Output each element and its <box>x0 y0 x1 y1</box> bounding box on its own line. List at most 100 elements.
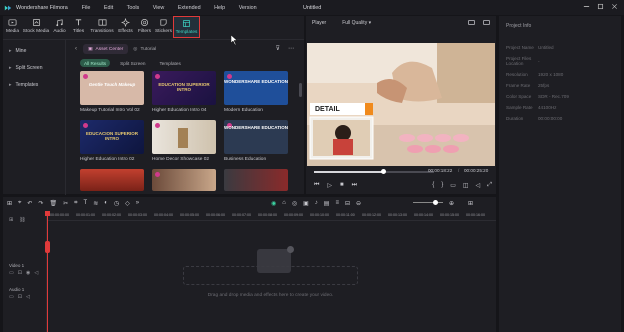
mark-in-icon[interactable]: { <box>432 182 434 189</box>
template-card[interactable]: EDUCACION SUPERIOR INTRO Higher Educatio… <box>80 120 144 163</box>
tab-effects[interactable]: Effects <box>116 16 135 38</box>
template-card[interactable]: Gentle Touch Makeup Makeup Tutorial Intr… <box>80 71 144 114</box>
menu-view[interactable]: View <box>153 5 165 11</box>
layout-icon[interactable]: ⊞ <box>7 200 12 207</box>
template-card[interactable]: WONDERSHARE EDUCATION Business Education <box>224 120 288 163</box>
playhead-handle[interactable] <box>45 211 50 216</box>
grid-view-icon[interactable]: ⊞ <box>468 200 473 207</box>
maximize-icon[interactable] <box>597 3 604 10</box>
timeline-ruler[interactable]: 00:00:00:00 00:00:01:00 00:00:02:00 00:0… <box>48 211 496 221</box>
template-card[interactable]: WONDERSHARE EDUCATION Modern Education <box>224 71 288 114</box>
collapse-arrow-icon[interactable]: ‹ <box>75 46 77 52</box>
subtitle-icon[interactable]: ▤ <box>324 200 330 207</box>
template-card[interactable] <box>152 169 216 191</box>
tab-transitions[interactable]: Transitions <box>88 16 116 38</box>
split-icon[interactable]: ✂ <box>63 200 68 207</box>
zoom-slider[interactable] <box>413 200 443 205</box>
snapshot-tl-icon[interactable]: ▣ <box>303 200 309 207</box>
tutorial-chip[interactable]: ◎ Tutorial <box>128 44 161 54</box>
sidebar-item-mine[interactable]: ▸ Mine <box>3 42 65 59</box>
delete-icon[interactable]: 🗑 <box>49 200 57 207</box>
more-icon[interactable]: ⋯ <box>288 45 294 52</box>
filter-icon[interactable]: ⊽ <box>276 45 280 52</box>
filter-templates[interactable]: Templates <box>155 59 184 67</box>
playback-progress[interactable] <box>314 169 434 174</box>
expand-icon[interactable]: ⤢ <box>487 182 492 189</box>
mark-out-icon[interactable]: } <box>441 182 443 189</box>
marker-icon[interactable]: ⌂ <box>282 200 286 207</box>
menu-tools[interactable]: Tools <box>127 5 140 11</box>
quality-select[interactable]: Full Quality ▾ <box>342 20 371 26</box>
display-icon[interactable] <box>483 20 490 25</box>
text-icon[interactable]: T <box>84 200 88 207</box>
filter-all-results[interactable]: All Results <box>80 59 111 67</box>
tab-stock-media[interactable]: Stock Media <box>22 16 50 38</box>
asset-center-chip[interactable]: ▣ Asset Center <box>83 44 129 54</box>
library-scrollbar[interactable] <box>299 83 302 97</box>
redo-icon[interactable]: ↷ <box>38 200 43 207</box>
tab-filters[interactable]: Filters <box>135 16 154 38</box>
zoom-in-icon[interactable]: ⊕ <box>449 200 454 207</box>
zoom-handle[interactable] <box>433 200 438 205</box>
snapshot-icon[interactable] <box>468 20 475 25</box>
speed-icon[interactable]: ◷ <box>114 200 119 207</box>
tab-templates[interactable]: Templates <box>173 16 200 38</box>
filter-split-screen[interactable]: Split Screen <box>116 59 149 67</box>
track-folder-icon[interactable]: ▭ <box>9 294 14 300</box>
audio-mute-icon[interactable]: ◁ <box>34 270 38 276</box>
menu-extended[interactable]: Extended <box>178 5 201 11</box>
crop-icon[interactable]: ⌗ <box>74 200 77 207</box>
close-icon[interactable] <box>611 3 618 10</box>
previous-frame-icon[interactable]: ⏮ <box>314 182 319 189</box>
add-track-icon[interactable]: ⊞ <box>9 217 13 223</box>
menu-edit[interactable]: Edit <box>104 5 113 11</box>
link-icon[interactable]: ⛓ <box>19 217 25 223</box>
tab-stickers[interactable]: Stickers <box>154 16 173 38</box>
eye-icon[interactable]: ◉ <box>26 270 30 276</box>
template-card[interactable] <box>224 169 288 191</box>
sidebar-item-split-screen[interactable]: ▸ Split Screen <box>3 59 65 76</box>
tab-audio[interactable]: Audio <box>50 16 69 38</box>
minimize-icon[interactable] <box>583 3 590 10</box>
render-preview-icon[interactable]: ◉ <box>271 200 276 207</box>
lock-icon[interactable]: ⊡ <box>18 270 22 276</box>
video-preview[interactable]: DETAIL <box>307 43 495 166</box>
info-value: 44100Hz <box>538 105 557 110</box>
menu-help[interactable]: Help <box>214 5 225 11</box>
track-folder-icon[interactable]: ▭ <box>9 270 14 276</box>
next-frame-icon[interactable]: ⏭ <box>352 182 357 189</box>
audio-adjust-icon[interactable]: ≋ <box>93 200 98 207</box>
menu-version[interactable]: Version <box>239 5 257 11</box>
volume-icon[interactable]: ◁ <box>26 294 30 300</box>
microphone-icon[interactable]: ♪ <box>315 200 318 207</box>
snapshot-icon[interactable]: ◫ <box>463 182 469 189</box>
audio-track-label: Audio 1 <box>9 287 25 292</box>
keyframe-icon[interactable]: ◇ <box>125 200 130 207</box>
select-icon[interactable]: ⌖ <box>18 200 21 207</box>
menu-file[interactable]: File <box>82 5 91 11</box>
thumbnail-text: WONDERSHARE EDUCATION <box>224 125 288 130</box>
template-card[interactable]: Home Decor Showcase 02 <box>152 120 216 163</box>
template-card[interactable] <box>80 169 144 191</box>
lock-icon[interactable]: ⊡ <box>18 294 22 300</box>
color-icon[interactable]: ◐ <box>104 200 108 207</box>
progress-handle[interactable] <box>381 169 386 174</box>
drop-zone[interactable] <box>183 266 358 285</box>
stop-icon[interactable]: ■ <box>340 182 344 189</box>
play-icon[interactable]: ▷ <box>327 182 332 189</box>
volume-icon[interactable]: ◁ <box>476 182 481 189</box>
more-tools-icon[interactable]: » <box>136 200 139 207</box>
ai-icon[interactable]: ◎ <box>292 200 297 207</box>
tab-titles[interactable]: Titles <box>69 16 88 38</box>
mix-icon[interactable]: ≡ <box>335 200 339 207</box>
fullscreen-icon[interactable]: ▭ <box>450 182 456 189</box>
zoom-out-icon[interactable]: ⊖ <box>356 200 361 207</box>
sidebar-item-templates[interactable]: ▸ Templates <box>3 76 65 93</box>
playhead[interactable] <box>45 211 50 332</box>
info-row: Frame Rate 25fps <box>499 80 621 91</box>
template-card[interactable]: EDUCATION SUPERIOR INTRO Higher Educatio… <box>152 71 216 114</box>
detach-icon[interactable]: ⊟ <box>345 200 350 207</box>
tab-media[interactable]: Media <box>3 16 22 38</box>
undo-icon[interactable]: ↶ <box>27 200 32 207</box>
thumbnail-text: Gentle Touch Makeup <box>88 82 136 87</box>
